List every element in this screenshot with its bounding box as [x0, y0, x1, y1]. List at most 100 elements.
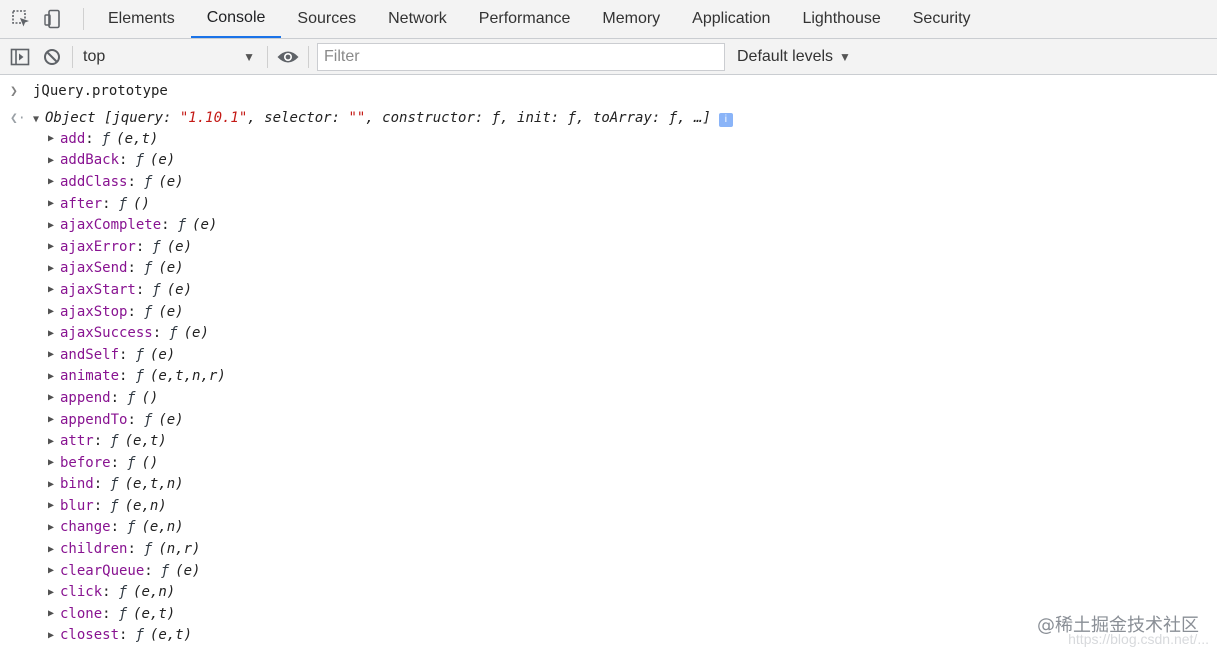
property-row[interactable]: ▶ ajaxComplete: ƒ (e) [48, 214, 948, 236]
tab-sources[interactable]: Sources [281, 0, 372, 38]
property-row[interactable]: ▶ ajaxError: ƒ (e) [48, 236, 948, 258]
expand-triangle-icon[interactable]: ▶ [48, 479, 60, 490]
function-glyph: ƒ [135, 368, 144, 385]
property-name: change [60, 519, 111, 536]
function-signature: (e) [158, 173, 184, 190]
dropdown-arrow-icon: ▼ [839, 49, 851, 64]
property-row[interactable]: ▶ ajaxSuccess: ƒ (e) [48, 322, 948, 344]
property-row[interactable]: ▶ ajaxStop: ƒ (e) [48, 301, 948, 323]
expand-triangle-icon[interactable]: ▶ [48, 608, 60, 619]
property-row[interactable]: ▶ attr: ƒ (e,t) [48, 430, 948, 452]
property-colon: : [85, 130, 94, 147]
property-colon: : [110, 389, 120, 406]
expand-triangle-icon[interactable]: ▶ [48, 565, 60, 576]
expand-triangle-icon[interactable]: ▶ [48, 241, 60, 252]
function-glyph: ƒ [101, 130, 111, 147]
expand-triangle-icon[interactable]: ▶ [48, 522, 60, 533]
property-colon: : [152, 325, 162, 342]
dropdown-arrow-icon: ▼ [243, 49, 255, 64]
property-colon: : [127, 541, 136, 558]
console-toolbar: top ▼ Filter Default levels ▼ [0, 39, 1217, 75]
property-row[interactable]: ▶ add: ƒ (e,t) [48, 128, 948, 150]
tab-application[interactable]: Application [676, 0, 786, 38]
context-selector[interactable]: top ▼ [77, 43, 263, 71]
expand-triangle-icon[interactable]: ▶ [48, 176, 60, 187]
tab-performance[interactable]: Performance [463, 0, 587, 38]
expand-triangle-icon[interactable]: ▶ [48, 284, 60, 295]
expand-triangle-icon[interactable]: ▶ [48, 371, 60, 382]
function-glyph: ƒ [118, 195, 128, 212]
property-name: ajaxSend [60, 260, 128, 277]
function-glyph: ƒ [135, 152, 144, 169]
property-row[interactable]: ▶ before: ƒ () [48, 452, 948, 474]
property-row[interactable]: ▶ after: ƒ () [48, 193, 948, 215]
expand-triangle-icon[interactable]: ▶ [48, 544, 60, 555]
expand-triangle-icon[interactable]: ▶ [48, 457, 60, 468]
expand-triangle-icon[interactable]: ▶ [48, 198, 60, 209]
tab-elements[interactable]: Elements [92, 0, 191, 38]
tab-security[interactable]: Security [897, 0, 987, 38]
clear-console-button[interactable] [36, 42, 68, 72]
expand-triangle-icon[interactable]: ▶ [48, 328, 60, 339]
info-icon[interactable]: i [718, 112, 733, 127]
function-signature: () [141, 389, 159, 406]
expand-triangle-icon[interactable]: ▶ [48, 436, 60, 447]
expand-triangle-icon[interactable]: ▼ [33, 114, 45, 125]
property-name: clone [60, 605, 103, 622]
tab-lighthouse[interactable]: Lighthouse [786, 0, 896, 38]
property-row[interactable]: ▶ ajaxSend: ƒ (e) [48, 258, 948, 280]
log-levels-dropdown[interactable]: Default levels ▼ [737, 48, 851, 66]
expand-triangle-icon[interactable]: ▶ [48, 587, 60, 598]
tab-memory[interactable]: Memory [586, 0, 676, 38]
property-row[interactable]: ▶ appendTo: ƒ (e) [48, 409, 948, 431]
expand-triangle-icon[interactable]: ▶ [48, 630, 60, 641]
property-row[interactable]: ▶ andSelf: ƒ (e) [48, 344, 948, 366]
property-row[interactable]: ▶ addBack: ƒ (e) [48, 150, 948, 172]
object-summary-label: Object [jquery: [45, 109, 180, 126]
expand-triangle-icon[interactable]: ▶ [48, 349, 60, 360]
property-colon: : [119, 346, 128, 363]
expand-triangle-icon[interactable]: ▶ [48, 500, 60, 511]
property-colon: : [110, 519, 120, 536]
property-name: click [60, 584, 103, 601]
context-value: top [83, 47, 106, 65]
function-glyph: ƒ [127, 454, 136, 471]
property-row[interactable]: ▶ click: ƒ (e,n) [48, 581, 948, 603]
live-expression-button[interactable] [272, 42, 304, 72]
property-row[interactable]: ▶ addClass: ƒ (e) [48, 171, 948, 193]
property-name: addBack [60, 152, 120, 169]
inspect-element-icon[interactable] [8, 7, 34, 31]
property-row[interactable]: ▶ clone: ƒ (e,t) [48, 603, 948, 625]
tab-console[interactable]: Console [190, 0, 282, 38]
expand-triangle-icon[interactable]: ▶ [48, 155, 60, 166]
property-row[interactable]: ▶ children: ƒ (n,r) [48, 538, 948, 560]
property-row[interactable]: ▶ animate: ƒ (e,t,n,r) [48, 366, 948, 388]
expand-triangle-icon[interactable]: ▶ [48, 414, 60, 425]
function-signature: (e,n) [141, 519, 184, 536]
device-toolbar-icon[interactable] [40, 7, 66, 31]
object-summary[interactable]: ▼ Object [jquery: "1.10.1", selector: "",… [33, 110, 733, 127]
expand-triangle-icon[interactable]: ▶ [48, 392, 60, 403]
property-name: ajaxSuccess [60, 325, 153, 342]
property-colon: : [127, 411, 136, 428]
function-signature: (e,t,n) [124, 476, 184, 493]
expand-triangle-icon[interactable]: ▶ [48, 263, 60, 274]
property-row[interactable]: ▶ closest: ƒ (e,t) [48, 625, 948, 647]
property-row[interactable]: ▶ change: ƒ (e,n) [48, 517, 948, 539]
expand-triangle-icon[interactable]: ▶ [48, 306, 60, 317]
function-signature: (e) [175, 562, 201, 579]
property-name: blur [60, 497, 94, 514]
property-row[interactable]: ▶ clearQueue: ƒ (e) [48, 560, 948, 582]
show-sidebar-button[interactable] [4, 42, 36, 72]
property-row[interactable]: ▶ bind: ƒ (e,t,n) [48, 474, 948, 496]
expand-triangle-icon[interactable]: ▶ [48, 220, 60, 231]
property-row[interactable]: ▶ append: ƒ () [48, 387, 948, 409]
tab-network[interactable]: Network [372, 0, 463, 38]
property-row[interactable]: ▶ ajaxStart: ƒ (e) [48, 279, 948, 301]
property-name: before [60, 454, 111, 471]
expand-triangle-icon[interactable]: ▶ [48, 133, 60, 144]
filter-input[interactable]: Filter [317, 42, 725, 71]
watermark-text: @稀土掘金技术社区 [1037, 615, 1199, 636]
property-row[interactable]: ▶ blur: ƒ (e,n) [48, 495, 948, 517]
property-colon: : [93, 497, 103, 514]
